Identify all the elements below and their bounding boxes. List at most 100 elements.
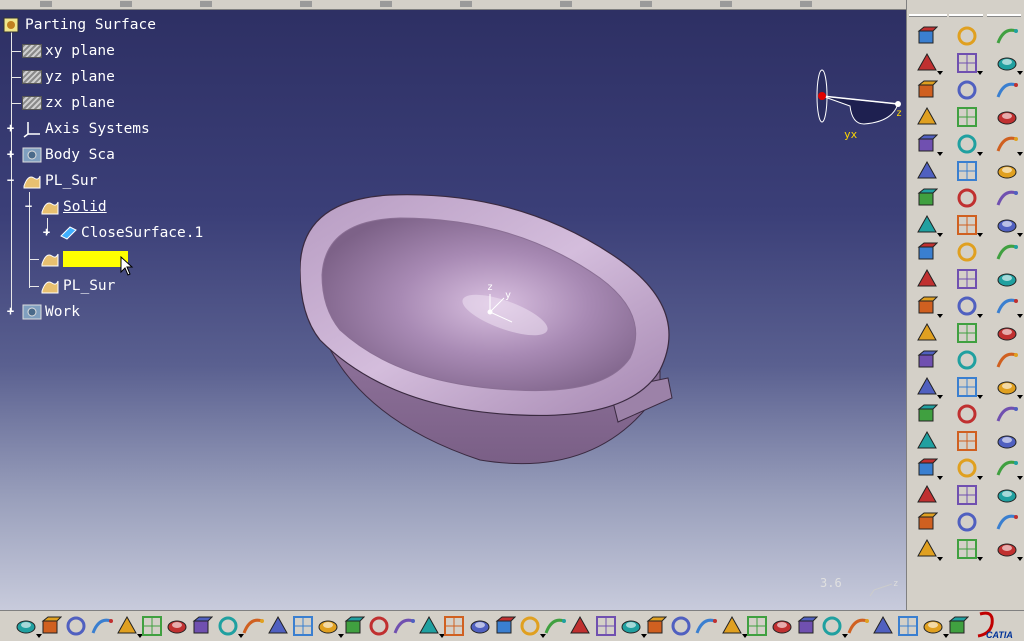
tool-bottom-14[interactable] — [342, 614, 366, 638]
tool-r14-c2[interactable] — [955, 375, 979, 399]
tool-bottom-35[interactable] — [871, 614, 895, 638]
tool-bottom-36[interactable] — [896, 614, 920, 638]
tool-r8-c1[interactable] — [915, 213, 939, 237]
tool-bottom-26[interactable] — [644, 614, 668, 638]
tool-bottom-11[interactable] — [266, 614, 290, 638]
tool-bottom-25[interactable] — [619, 614, 643, 638]
tool-bottom-19[interactable] — [468, 614, 492, 638]
tree-item-close-surface[interactable]: + CloseSurface.1 — [43, 222, 203, 244]
tool-r12-c1[interactable] — [915, 321, 939, 345]
compass[interactable]: yx z — [812, 66, 904, 142]
tool-r18-c2[interactable] — [955, 483, 979, 507]
tool-r19-c3[interactable] — [995, 510, 1019, 534]
tool-bottom-8[interactable] — [190, 614, 214, 638]
tool-r6-c1[interactable] — [915, 159, 939, 183]
tool-r1-c1[interactable] — [915, 24, 939, 48]
expand-icon[interactable]: + — [42, 226, 51, 238]
dropdown-arrow-icon[interactable] — [977, 557, 983, 561]
dropdown-arrow-icon[interactable] — [1017, 557, 1023, 561]
dropdown-arrow-icon[interactable] — [1017, 233, 1023, 237]
tool-bottom-7[interactable] — [165, 614, 189, 638]
dropdown-arrow-icon[interactable] — [1017, 395, 1023, 399]
tool-bottom-3[interactable] — [64, 614, 88, 638]
dropdown-arrow-icon[interactable] — [977, 71, 983, 75]
tree-item-zx-plane[interactable]: zx plane — [11, 92, 115, 114]
dropdown-arrow-icon[interactable] — [977, 314, 983, 318]
tool-r13-c3[interactable] — [995, 348, 1019, 372]
tree-item-yz-plane[interactable]: yz plane — [11, 66, 115, 88]
dropdown-arrow-icon[interactable] — [977, 395, 983, 399]
tool-bottom-29[interactable] — [720, 614, 744, 638]
tree-item-pl-hole[interactable]: PL_Hole — [29, 248, 134, 276]
tool-r17-c3[interactable] — [995, 456, 1019, 480]
dropdown-arrow-icon[interactable] — [1017, 476, 1023, 480]
tool-bottom-10[interactable] — [241, 614, 265, 638]
tool-r16-c1[interactable] — [915, 429, 939, 453]
tool-bottom-27[interactable] — [669, 614, 693, 638]
tool-bottom-21[interactable] — [518, 614, 542, 638]
tool-r15-c1[interactable] — [915, 402, 939, 426]
dropdown-arrow-icon[interactable] — [937, 395, 943, 399]
tool-bottom-22[interactable] — [543, 614, 567, 638]
tool-r10-c1[interactable] — [915, 267, 939, 291]
tool-r7-c1[interactable] — [915, 186, 939, 210]
tool-bottom-2[interactable] — [39, 614, 63, 638]
dropdown-arrow-icon[interactable] — [937, 476, 943, 480]
tool-r2-c1[interactable] — [915, 51, 939, 75]
tool-r20-c3[interactable] — [995, 537, 1019, 561]
tool-r15-c2[interactable] — [955, 402, 979, 426]
tool-bottom-6[interactable] — [140, 614, 164, 638]
tool-bottom-28[interactable] — [694, 614, 718, 638]
expand-icon[interactable]: + — [6, 305, 15, 317]
tree-item-work[interactable]: + Work — [7, 301, 80, 323]
dropdown-arrow-icon[interactable] — [977, 476, 983, 480]
dropdown-arrow-icon[interactable] — [937, 152, 943, 156]
3d-viewport[interactable]: Parting Surface xy plane yz plane zx pla… — [0, 0, 906, 610]
tool-bottom-20[interactable] — [493, 614, 517, 638]
tool-r1-c2[interactable] — [955, 24, 979, 48]
tool-r4-c2[interactable] — [955, 105, 979, 129]
tool-r9-c1[interactable] — [915, 240, 939, 264]
tool-r20-c1[interactable] — [915, 537, 939, 561]
tool-r4-c3[interactable] — [995, 105, 1019, 129]
tool-r18-c3[interactable] — [995, 483, 1019, 507]
tree-item-pl-sur-2[interactable]: PL_Sur — [29, 275, 115, 297]
tool-bottom-4[interactable] — [90, 614, 114, 638]
dropdown-arrow-icon[interactable] — [937, 71, 943, 75]
tool-r12-c2[interactable] — [955, 321, 979, 345]
tool-r6-c2[interactable] — [955, 159, 979, 183]
tool-bottom-33[interactable] — [820, 614, 844, 638]
tool-bottom-30[interactable] — [745, 614, 769, 638]
dropdown-arrow-icon[interactable] — [1017, 71, 1023, 75]
tree-item-solid[interactable]: − Solid — [25, 196, 107, 218]
tool-r13-c1[interactable] — [915, 348, 939, 372]
tool-bottom-12[interactable] — [291, 614, 315, 638]
tree-item-pl-sur[interactable]: − PL_Sur — [7, 170, 98, 192]
dropdown-arrow-icon[interactable] — [977, 152, 983, 156]
tool-r5-c2[interactable] — [955, 132, 979, 156]
tool-r12-c3[interactable] — [995, 321, 1019, 345]
tool-r18-c1[interactable] — [915, 483, 939, 507]
collapse-icon[interactable]: − — [24, 200, 33, 212]
tool-bottom-24[interactable] — [594, 614, 618, 638]
tool-bottom-18[interactable] — [442, 614, 466, 638]
tool-r16-c2[interactable] — [955, 429, 979, 453]
tool-r8-c2[interactable] — [955, 213, 979, 237]
tool-bottom-17[interactable] — [417, 614, 441, 638]
tool-r14-c1[interactable] — [915, 375, 939, 399]
tool-bottom-16[interactable] — [392, 614, 416, 638]
tool-r19-c1[interactable] — [915, 510, 939, 534]
tool-r11-c3[interactable] — [995, 294, 1019, 318]
tool-bottom-32[interactable] — [795, 614, 819, 638]
tool-bottom-5[interactable] — [115, 614, 139, 638]
tool-r10-c3[interactable] — [995, 267, 1019, 291]
tool-r8-c3[interactable] — [995, 213, 1019, 237]
tool-r3-c1[interactable] — [915, 78, 939, 102]
tool-r15-c3[interactable] — [995, 402, 1019, 426]
tool-r4-c1[interactable] — [915, 105, 939, 129]
tool-r14-c3[interactable] — [995, 375, 1019, 399]
tool-r9-c3[interactable] — [995, 240, 1019, 264]
tool-r13-c2[interactable] — [955, 348, 979, 372]
tool-r19-c2[interactable] — [955, 510, 979, 534]
tool-bottom-13[interactable] — [316, 614, 340, 638]
